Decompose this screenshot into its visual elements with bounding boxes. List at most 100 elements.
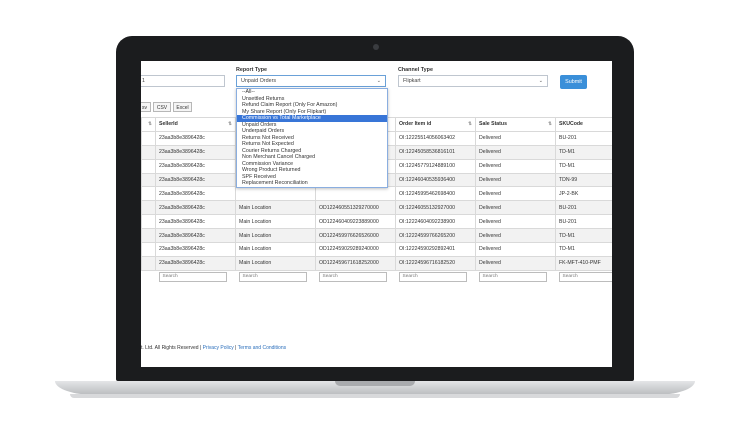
table-cell: OD122460409223889000 <box>315 214 396 230</box>
privacy-policy-link[interactable]: Privacy Policy <box>203 345 234 351</box>
row-spacer-cell <box>141 200 156 216</box>
table-row[interactable]: 23aa3b8e3896428c Main Location OD122460551… <box>141 200 612 216</box>
table-cell: 23aa3b8e3896428c <box>155 172 236 188</box>
laptop-base-shadow <box>70 394 680 398</box>
channel-type-label: Channel Type <box>398 67 433 73</box>
search-input[interactable]: Search <box>398 272 467 283</box>
table-cell: OD122460551329270000 <box>315 200 396 216</box>
table-cell: OD122459029289240000 <box>315 242 396 257</box>
chevron-down-icon: ⌄ <box>376 78 381 84</box>
footer-separator: | <box>235 345 237 351</box>
left-filter-value: 1 <box>142 78 145 84</box>
column-header[interactable]: ⇅ <box>141 117 156 132</box>
laptop-base-notch <box>335 381 415 386</box>
app-screen: 1 Report Type Unpaid Orders ⌄ Channel Ty… <box>141 61 612 367</box>
row-spacer-cell <box>141 255 156 271</box>
table-cell: FK-MFT-410-PMF <box>555 255 612 271</box>
table-cell: BU-201 <box>555 214 612 230</box>
table-cell: 23aa3b8e3896428c <box>155 228 236 244</box>
table-cell: Delivered <box>475 172 556 188</box>
row-spacer-cell <box>141 158 156 174</box>
search-input[interactable]: Search <box>318 272 387 283</box>
column-header-sale-status[interactable]: Sale Status ⇅ <box>475 117 556 132</box>
search-input[interactable]: Search <box>558 272 612 283</box>
table-cell: 23aa3b8e3896428c <box>155 242 236 257</box>
table-cell: OI:12246040535936400 <box>395 172 476 188</box>
table-cell: BU-201 <box>555 130 612 146</box>
table-cell: Delivered <box>475 158 556 174</box>
row-spacer-cell <box>141 130 156 146</box>
table-row[interactable]: 23aa3b8e3896428c OI:12245995462698400 Deli… <box>141 186 612 202</box>
channel-type-select[interactable]: Flipkart ⌄ <box>398 75 548 87</box>
submit-button[interactable]: Submit <box>560 75 587 89</box>
left-filter-field[interactable]: 1 <box>141 75 225 87</box>
export-copy-button[interactable]: sv <box>141 102 151 112</box>
channel-type-value: Flipkart <box>403 78 421 84</box>
table-row[interactable]: 23aa3b8e3896428c Main Location OD122459671… <box>141 255 612 271</box>
table-cell: Main Location <box>235 255 316 271</box>
table-cell: 23aa3b8e3896428c <box>155 186 236 202</box>
table-row[interactable]: 23aa3b8e3896428c Main Location OD122459976… <box>141 228 612 244</box>
table-cell <box>315 186 396 202</box>
table-cell: BU-201 <box>555 200 612 216</box>
table-cell: TDN-99 <box>555 172 612 188</box>
table-cell: OI:12224596716182520 <box>395 255 476 271</box>
table-cell: TD-M1 <box>555 228 612 244</box>
table-cell: 23aa3b8e3896428c <box>155 255 236 271</box>
report-type-value: Unpaid Orders <box>241 78 277 84</box>
search-input[interactable]: Search <box>238 272 307 283</box>
export-excel-button[interactable]: Excel <box>173 102 192 112</box>
table-cell: Main Location <box>235 242 316 257</box>
table-cell: OI:12245058536816101 <box>395 144 476 160</box>
report-type-label: Report Type <box>236 67 268 73</box>
table-cell: Delivered <box>475 186 556 202</box>
footer: t. Ltd. All Rights Reserved | Privacy Po… <box>141 345 286 351</box>
table-row[interactable]: 23aa3b8e3896428c Main Location OD122459029… <box>141 242 612 257</box>
row-spacer-cell <box>141 228 156 244</box>
table-cell: Delivered <box>475 130 556 146</box>
table-row[interactable]: 23aa3b8e3896428c Main Location OD122460409… <box>141 214 612 230</box>
terms-link[interactable]: Terms and Conditions <box>238 345 286 351</box>
table-cell <box>235 186 316 202</box>
row-spacer-cell <box>141 186 156 202</box>
export-csv-button[interactable]: CSV <box>153 102 171 112</box>
column-filter-row: Search Search Search Search Search Searc… <box>141 270 612 284</box>
row-spacer-cell <box>141 172 156 188</box>
table-cell: 23aa3b8e3896428c <box>155 144 236 160</box>
table-cell: OI:12245995462698400 <box>395 186 476 202</box>
row-spacer-cell <box>141 144 156 160</box>
table-cell: OI:12224590292892401 <box>395 242 476 257</box>
table-cell: Delivered <box>475 144 556 160</box>
report-type-select[interactable]: Unpaid Orders ⌄ <box>236 75 386 87</box>
report-type-dropdown[interactable]: --All-- Unsettled Returns Refund Claim Rep… <box>236 88 388 188</box>
search-input[interactable]: Search <box>158 272 227 283</box>
sort-icon: ⇅ <box>228 121 232 127</box>
table-cell: 23aa3b8e3896428c <box>155 200 236 216</box>
table-cell: OI:12225514056063402 <box>395 130 476 146</box>
table-cell: Main Location <box>235 200 316 216</box>
column-header-skucode[interactable]: SKUCode <box>555 117 612 132</box>
column-header-order-item-id[interactable]: Order Item id ⇅ <box>395 117 476 132</box>
row-spacer-cell <box>141 242 156 257</box>
table-cell: Delivered <box>475 228 556 244</box>
table-cell: 23aa3b8e3896428c <box>155 214 236 230</box>
table-cell: 23aa3b8e3896428c <box>155 130 236 146</box>
row-spacer-cell <box>141 214 156 230</box>
table-cell: OD122459671618252000 <box>315 255 396 271</box>
table-cell: Delivered <box>475 200 556 216</box>
table-cell: TD-M1 <box>555 158 612 174</box>
sort-icon: ⇅ <box>148 121 152 127</box>
table-cell: OI:12246055132927000 <box>395 200 476 216</box>
report-type-option[interactable]: Replacement Reconciliation <box>237 180 387 187</box>
table-cell: Delivered <box>475 214 556 230</box>
table-cell: Delivered <box>475 255 556 271</box>
webcam <box>373 44 379 50</box>
table-cell: OI:12224599766265200 <box>395 228 476 244</box>
table-cell: JP-2-BK <box>555 186 612 202</box>
table-cell: Main Location <box>235 228 316 244</box>
column-header-sellerid[interactable]: SellerId ⇅ <box>155 117 236 132</box>
search-input[interactable]: Search <box>478 272 547 283</box>
table-cell: TD-M1 <box>555 144 612 160</box>
sort-icon: ⇅ <box>468 121 472 127</box>
table-cell: Main Location <box>235 214 316 230</box>
